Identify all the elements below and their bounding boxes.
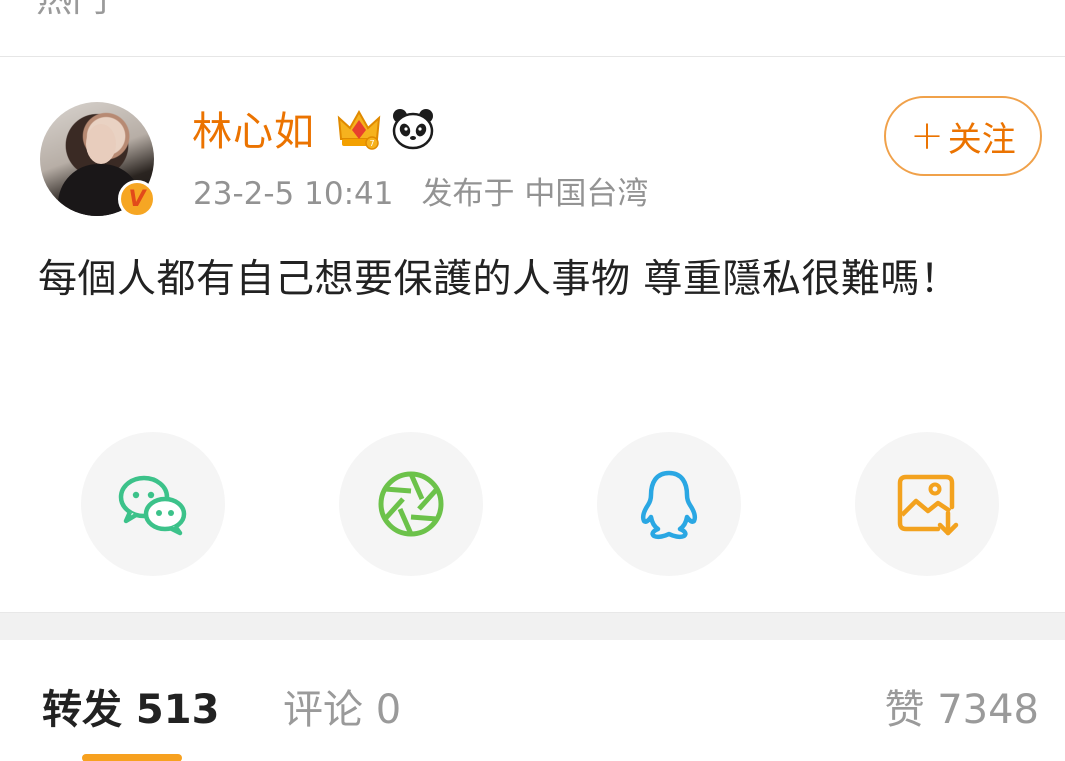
tab-comment[interactable]: 评论 0	[283, 682, 401, 738]
save-image-button[interactable]	[855, 432, 999, 576]
tab-repost[interactable]: 转发 513	[42, 682, 219, 738]
engagement-tabs: 转发 513 评论 0 赞 7348	[0, 640, 1065, 761]
save-image-icon	[897, 474, 959, 536]
moments-icon	[378, 471, 444, 537]
header-tab-hot[interactable]: 热门	[36, 0, 108, 24]
panda-icon	[392, 109, 434, 150]
weibo-post-page: 热门 V 林心如 7 23-2-5 10:41 发布于 中国台湾 + 关注 每個人…	[0, 0, 1065, 761]
verified-badge: V	[118, 180, 156, 218]
wechat-icon	[118, 475, 187, 536]
tab-like[interactable]: 赞 7348	[884, 682, 1039, 738]
plus-icon: +	[910, 113, 944, 159]
crown-icon: 7	[337, 109, 381, 150]
svg-text:7: 7	[369, 139, 374, 148]
post-text: 每個人都有自己想要保護的人事物 尊重隱私很難嗎！	[38, 257, 960, 302]
author-name[interactable]: 林心如	[192, 104, 315, 160]
post-time: 23-2-5 10:41	[193, 176, 394, 212]
share-moments-button[interactable]	[339, 432, 483, 576]
divider	[0, 56, 1065, 57]
post-location: 发布于 中国台湾	[421, 176, 649, 212]
share-qq-button[interactable]	[597, 432, 741, 576]
share-wechat-button[interactable]	[81, 432, 225, 576]
section-separator	[0, 612, 1065, 641]
active-tab-indicator	[82, 754, 182, 761]
post-meta: 23-2-5 10:41 发布于 中国台湾	[193, 170, 648, 218]
follow-label: 关注	[947, 119, 1016, 160]
qq-icon	[640, 470, 698, 540]
follow-button[interactable]: + 关注	[884, 96, 1042, 176]
